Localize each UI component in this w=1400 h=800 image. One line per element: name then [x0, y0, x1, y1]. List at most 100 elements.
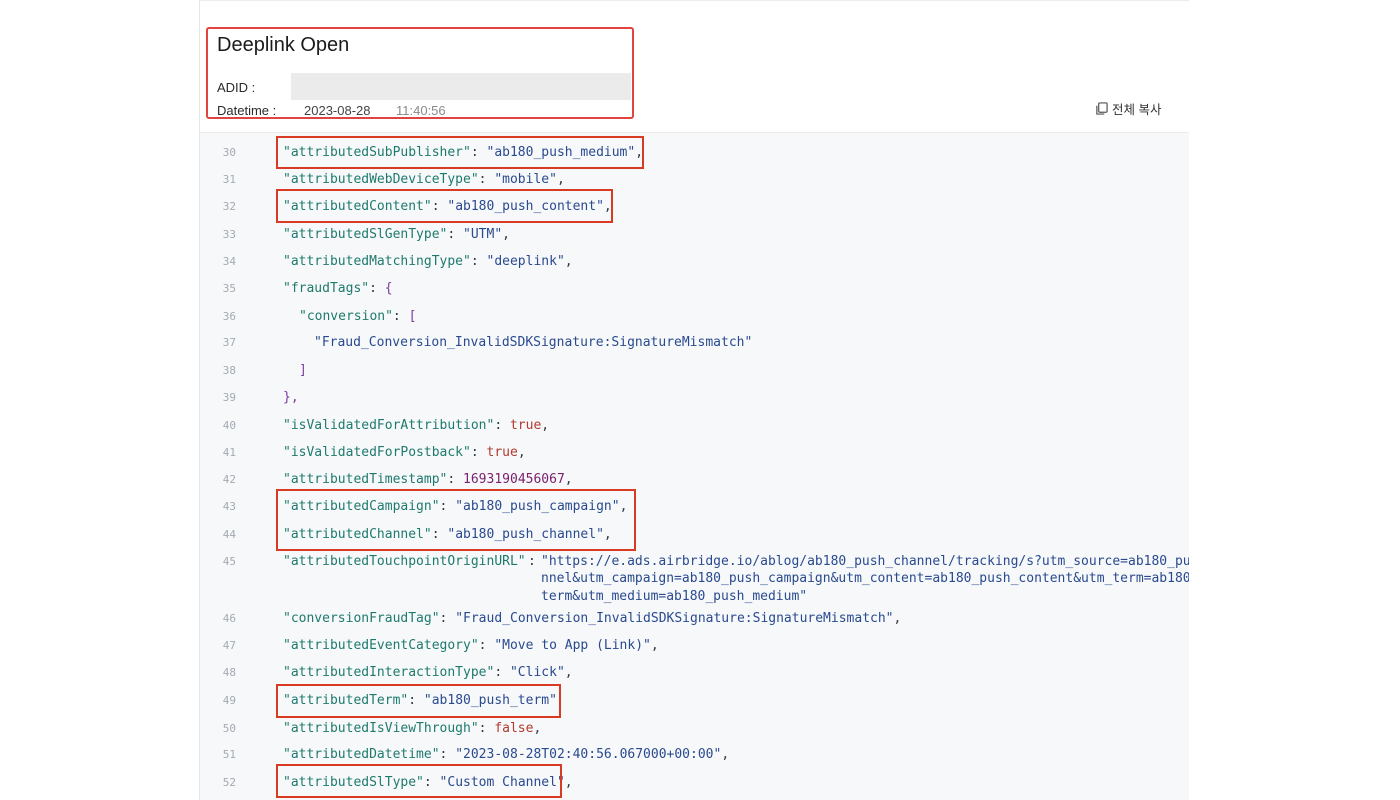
line-number: 43 — [222, 500, 236, 513]
line-number: 44 — [222, 528, 236, 541]
json-brace-close: }, — [283, 390, 299, 405]
json-value: "ab180_push_term" — [423, 693, 557, 708]
json-bracket: [ — [408, 309, 417, 324]
code-line: 38] — [200, 361, 1189, 381]
line-number: 47 — [222, 639, 236, 652]
code-line: 44 "attributedChannel": "ab180_push_chann… — [200, 525, 1189, 545]
datetime-time: 11:40:56 — [396, 103, 446, 118]
event-header-highlight: Deeplink Open ADID : Datetime : 2023-08-… — [206, 27, 634, 119]
json-key: "fraudTags" — [283, 281, 370, 296]
code-line: 33 "attributedSlGenType": "UTM", — [200, 225, 1189, 245]
json-value: "mobile" — [494, 172, 557, 187]
json-punct: , — [564, 775, 573, 790]
json-punct: , — [502, 227, 510, 242]
line-number: 39 — [222, 391, 236, 404]
json-code-view[interactable]: 30 "attributedSubPublisher": "ab180_push_… — [200, 132, 1189, 800]
line-number: 31 — [222, 173, 236, 186]
line-number: 30 — [222, 146, 236, 159]
code-line: 31 "attributedWebDeviceType": "mobile", — [200, 170, 1189, 190]
line-number: 48 — [222, 666, 236, 679]
line-number: 40 — [222, 419, 236, 432]
code-line: 48 "attributedInteractionType": "Click", — [200, 663, 1189, 683]
line-number: 50 — [222, 722, 236, 735]
json-key: "attributedEventCategory" — [283, 638, 479, 653]
json-value: false — [494, 721, 534, 736]
json-value: "ab180_push_content" — [447, 199, 604, 214]
code-line: 41 "isValidatedForPostback": true, — [200, 443, 1189, 463]
line-number: 32 — [222, 200, 236, 213]
code-line: 42 "attributedTimestamp": 1693190456067, — [200, 470, 1189, 490]
json-key: "attributedInteractionType" — [283, 665, 495, 680]
json-key: "attributedCampaign" — [283, 499, 440, 514]
json-value: "ab180_push_medium" — [486, 145, 636, 160]
line-number: 49 — [222, 694, 236, 707]
code-line: 30 "attributedSubPublisher": "ab180_push_… — [200, 143, 1189, 163]
code-line: 46 "conversionFraudTag": "Fraud_Conversio… — [200, 609, 1189, 629]
datetime-date: 2023-08-28 — [304, 103, 371, 118]
code-line: 51 "attributedDatetime": "2023-08-28T02:4… — [200, 745, 1189, 765]
code-line: 52 "attributedSlType": "Custom Channel", — [200, 773, 1189, 793]
json-value: 1693190456067 — [463, 472, 565, 487]
code-line: 40 "isValidatedForAttribution": true, — [200, 416, 1189, 436]
json-value: "2023-08-28T02:40:56.067000+00:00" — [455, 747, 722, 762]
json-punct: , — [650, 638, 659, 653]
line-number: 36 — [222, 310, 236, 323]
event-title: Deeplink Open — [217, 34, 350, 56]
json-bracket-close: ] — [299, 363, 307, 378]
json-punct: , — [517, 445, 526, 460]
adid-label: ADID : — [217, 80, 256, 95]
line-number: 41 — [222, 446, 236, 459]
json-punct: , — [603, 527, 612, 542]
line-number: 38 — [222, 364, 236, 377]
line-number: 37 — [222, 336, 236, 349]
code-line-wrap: nnel&utm_campaign=ab180_push_campaign&ut… — [200, 569, 1189, 589]
line-number: 51 — [222, 748, 236, 761]
json-key: "attributedTerm" — [283, 693, 409, 708]
copy-all-label: 전체 복사 — [1112, 103, 1162, 117]
json-value: "Fraud_Conversion_InvalidSDKSignature:Si… — [455, 611, 894, 626]
json-punct: , — [564, 472, 573, 487]
json-punct: , — [619, 499, 628, 514]
json-punct: , — [564, 665, 573, 680]
json-punct: , — [556, 172, 565, 187]
line-number: 46 — [222, 612, 236, 625]
code-line: 50 "attributedIsViewThrough": false, — [200, 719, 1189, 739]
json-value: "deeplink" — [486, 254, 565, 269]
code-line: 39}, — [200, 388, 1189, 408]
json-value-wrap: nnel&utm_campaign=ab180_push_campaign&ut… — [541, 571, 1189, 586]
json-key: "attributedChannel" — [283, 527, 432, 542]
json-value: "UTM" — [463, 227, 503, 242]
json-punct: , — [541, 418, 550, 433]
code-line: 32 "attributedContent": "ab180_push_conte… — [200, 197, 1189, 217]
json-key: "attributedMatchingType" — [283, 254, 471, 269]
copy-all-button[interactable]: 전체 복사 — [1095, 99, 1161, 118]
json-key: "conversion" — [299, 309, 393, 324]
json-brace: { — [384, 281, 393, 296]
code-line: 35 "fraudTags": { — [200, 279, 1189, 299]
json-array-item: "Fraud_Conversion_InvalidSDKSignature:Si… — [314, 335, 753, 350]
top-divider — [200, 0, 1189, 1]
code-line: 43 "attributedCampaign": "ab180_push_camp… — [200, 497, 1189, 517]
adid-redacted-value — [291, 73, 631, 100]
line-number: 52 — [222, 776, 236, 789]
code-line: 37 "Fraud_Conversion_InvalidSDKSignature:… — [200, 333, 1189, 353]
json-value: true — [509, 418, 542, 433]
json-punct: , — [603, 199, 612, 214]
code-line: 47 "attributedEventCategory": "Move to Ap… — [200, 636, 1189, 656]
json-value: "ab180_push_campaign" — [455, 499, 620, 514]
json-punct: , — [721, 747, 730, 762]
code-line: 36 "conversion": [ — [200, 307, 1189, 327]
datetime-label: Datetime : — [217, 103, 277, 118]
json-key: "attributedIsViewThrough" — [283, 721, 479, 736]
json-value-wrap: term&utm_medium=ab180_push_medium" — [541, 589, 808, 604]
json-key: "isValidatedForPostback" — [283, 445, 471, 460]
code-line: 49 "attributedTerm": "ab180_push_term" — [200, 691, 1189, 711]
json-key: "isValidatedForAttribution" — [283, 418, 495, 433]
json-value: "ab180_push_channel" — [447, 527, 604, 542]
json-value: "Click" — [509, 665, 565, 680]
json-punct: , — [564, 254, 573, 269]
json-key: "attributedSubPublisher" — [283, 145, 471, 160]
line-number: 42 — [222, 473, 236, 486]
json-key: "attributedContent" — [283, 199, 432, 214]
copy-icon — [1096, 102, 1108, 115]
